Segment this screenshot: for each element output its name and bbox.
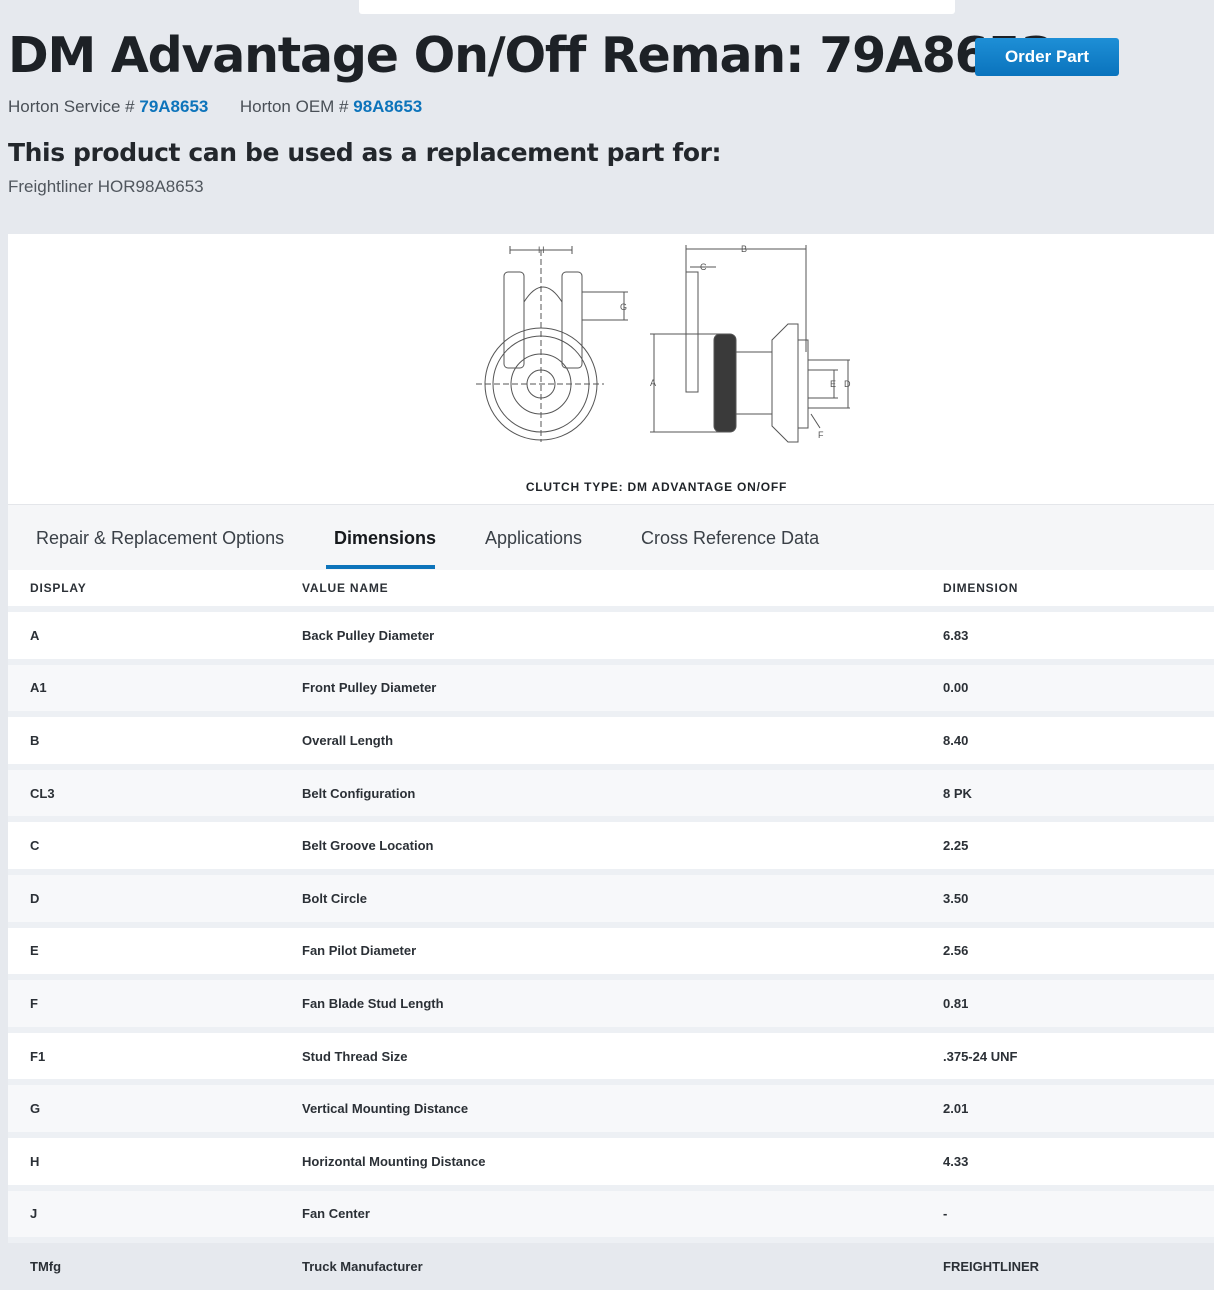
cell-dimension: 4.33 xyxy=(943,1131,1214,1188)
tab-dimensions[interactable]: Dimensions xyxy=(334,505,436,571)
table-body: A Back Pulley Diameter 6.83 A1 Front Pulley … xyxy=(8,606,1214,1290)
cell-display: A1 xyxy=(8,658,302,715)
cell-dimension: 0.00 xyxy=(943,658,1214,715)
content-panel: H G B C A E D F CLUTCH TYPE: DM ADVANTAG… xyxy=(8,234,1214,1290)
cell-dimension: 2.01 xyxy=(943,1079,1214,1135)
dim-label-c: C xyxy=(700,262,707,272)
dim-label-h: H xyxy=(538,245,545,255)
dim-label-d: D xyxy=(844,379,851,389)
table-header-row: DISPLAY VALUE NAME DIMENSION xyxy=(8,570,1214,609)
tabs-bar: Repair & Replacement Options Dimensions … xyxy=(8,504,1214,572)
active-tab-indicator xyxy=(326,565,435,569)
table-row: C Belt Groove Location 2.25 xyxy=(8,816,1214,872)
cell-value-name: Vertical Mounting Distance xyxy=(302,1079,943,1135)
cell-value-name: Truck Manufacturer xyxy=(302,1237,943,1290)
dim-label-f: F xyxy=(818,430,824,440)
table-row: A Back Pulley Diameter 6.83 xyxy=(8,606,1214,662)
cell-display: E xyxy=(8,921,302,978)
cell-dimension: 2.25 xyxy=(943,816,1214,872)
service-label: Horton Service # xyxy=(8,97,135,116)
side-view xyxy=(650,245,850,443)
top-bar xyxy=(359,0,955,14)
cell-value-name: Horizontal Mounting Distance xyxy=(302,1131,943,1188)
cell-value-name: Fan Blade Stud Length xyxy=(302,974,943,1030)
cell-value-name: Fan Center xyxy=(302,1184,943,1241)
cell-dimension: 0.81 xyxy=(943,974,1214,1030)
cell-display: F1 xyxy=(8,1026,302,1083)
diagram-area: H G B C A E D F CLUTCH TYPE: DM ADVANTAG… xyxy=(8,234,1214,504)
table-row: G Vertical Mounting Distance 2.01 xyxy=(8,1079,1214,1135)
cell-value-name: Belt Configuration xyxy=(302,763,943,820)
cell-value-name: Belt Groove Location xyxy=(302,816,943,872)
cell-dimension: 8.40 xyxy=(943,711,1214,767)
column-header-value-name: VALUE NAME xyxy=(302,570,943,609)
cell-display: F xyxy=(8,974,302,1030)
cell-dimension: - xyxy=(943,1184,1214,1241)
cell-display: C xyxy=(8,816,302,872)
oem-label: Horton OEM # xyxy=(239,97,349,116)
cell-value-name: Fan Pilot Diameter xyxy=(302,921,943,978)
cell-display: CL3 xyxy=(8,763,302,820)
order-part-button[interactable]: Order Part xyxy=(975,38,1119,76)
cell-value-name: Bolt Circle xyxy=(302,868,943,925)
oem-number-link[interactable]: 98A8653 xyxy=(353,97,422,116)
column-header-display: DISPLAY xyxy=(8,570,302,609)
tab-cross-reference[interactable]: Cross Reference Data xyxy=(641,505,819,571)
cell-display: TMfg xyxy=(8,1237,302,1290)
table-row: H Horizontal Mounting Distance 4.33 xyxy=(8,1131,1214,1188)
table-row: A1 Front Pulley Diameter 0.00 xyxy=(8,658,1214,715)
table-row: TMfg Truck Manufacturer FREIGHTLINER xyxy=(8,1237,1214,1290)
dim-label-g: G xyxy=(620,302,627,312)
cell-value-name: Back Pulley Diameter xyxy=(302,606,943,662)
cell-dimension: 8 PK xyxy=(943,763,1214,820)
table-row: B Overall Length 8.40 xyxy=(8,711,1214,767)
cell-display: D xyxy=(8,868,302,925)
cell-display: B xyxy=(8,711,302,767)
part-numbers: Horton Service # 79A8653 Horton OEM # 98… xyxy=(8,97,422,117)
service-number-link[interactable]: 79A8653 xyxy=(139,97,208,116)
dimensions-table: DISPLAY VALUE NAME DIMENSION A Back Pulle… xyxy=(8,570,1214,1290)
tab-applications[interactable]: Applications xyxy=(485,505,582,571)
replacement-item: Freightliner HOR98A8653 xyxy=(8,177,204,196)
page-title: DM Advantage On/Off Reman: 79A8653 xyxy=(8,27,1055,84)
cell-dimension: 2.56 xyxy=(943,921,1214,978)
cell-display: A xyxy=(8,606,302,662)
title-row: DM Advantage On/Off Reman: 79A8653 xyxy=(8,26,1055,86)
table-row: E Fan Pilot Diameter 2.56 xyxy=(8,921,1214,978)
cell-display: J xyxy=(8,1184,302,1241)
table-row: F Fan Blade Stud Length 0.81 xyxy=(8,974,1214,1030)
front-view xyxy=(476,246,628,442)
replacement-heading: This product can be used as a replacemen… xyxy=(8,138,722,167)
cell-dimension: .375-24 UNF xyxy=(943,1026,1214,1083)
table-row: F1 Stud Thread Size .375-24 UNF xyxy=(8,1026,1214,1083)
cell-value-name: Front Pulley Diameter xyxy=(302,658,943,715)
cell-value-name: Stud Thread Size xyxy=(302,1026,943,1083)
cell-display: G xyxy=(8,1079,302,1135)
cell-dimension: 3.50 xyxy=(943,868,1214,925)
table-row: J Fan Center - xyxy=(8,1184,1214,1241)
cell-dimension: 6.83 xyxy=(943,606,1214,662)
column-header-dimension: DIMENSION xyxy=(943,570,1214,609)
table-row: CL3 Belt Configuration 8 PK xyxy=(8,763,1214,820)
dim-label-b: B xyxy=(741,244,747,254)
dim-label-a: A xyxy=(650,378,656,388)
tab-repair-replacement[interactable]: Repair & Replacement Options xyxy=(36,505,284,571)
clutch-diagram: H G B C A E D F xyxy=(476,244,851,443)
cell-display: H xyxy=(8,1131,302,1188)
table-row: D Bolt Circle 3.50 xyxy=(8,868,1214,925)
clutch-type-caption: CLUTCH TYPE: DM ADVANTAGE ON/OFF xyxy=(525,480,788,494)
dim-label-e: E xyxy=(830,379,836,389)
cell-dimension: FREIGHTLINER xyxy=(943,1237,1214,1290)
cell-value-name: Overall Length xyxy=(302,711,943,767)
